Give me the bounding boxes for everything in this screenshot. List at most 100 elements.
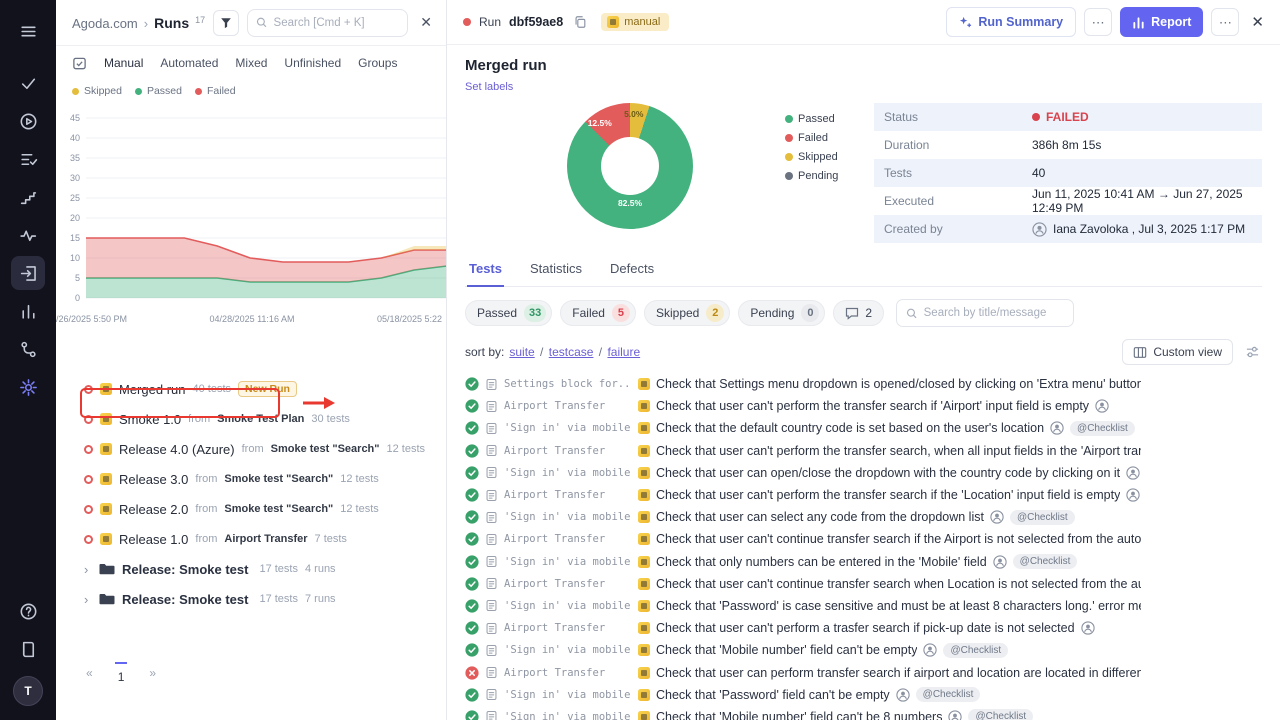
test-row[interactable]: Airport TransferCheck that user can't pe… — [465, 395, 1141, 417]
search-icon — [256, 16, 267, 29]
menu-icon[interactable] — [11, 14, 45, 48]
pagination-page-1[interactable]: 1 — [115, 662, 128, 684]
info-label: Status — [884, 110, 1032, 124]
test-title: Check that user can open/close the dropd… — [656, 466, 1120, 480]
sort-by-testcase[interactable]: testcase — [549, 345, 594, 359]
panel-close-button[interactable]: ✕ — [416, 12, 436, 33]
test-row[interactable]: Settings block for...Check that Settings… — [465, 373, 1141, 395]
runs-search-input[interactable] — [274, 17, 400, 29]
sort-by-suite[interactable]: suite — [509, 345, 534, 359]
filter-button[interactable] — [213, 10, 239, 36]
status-passed-icon — [465, 488, 479, 502]
test-row[interactable]: Airport TransferCheck that user can't co… — [465, 528, 1141, 550]
run-list-item[interactable]: Release 2.0fromSmoke test "Search"12 tes… — [56, 494, 446, 524]
runs-filter-tab-unfinished[interactable]: Unfinished — [284, 56, 341, 70]
gear-icon[interactable] — [11, 370, 45, 404]
run-list-item[interactable]: Release 1.0fromAirport Transfer7 tests — [56, 524, 446, 554]
run-name: Release 4.0 (Azure) — [119, 442, 235, 457]
status-passed-icon — [465, 510, 479, 524]
run-list-item[interactable]: Release 3.0fromSmoke test "Search"12 tes… — [56, 464, 446, 494]
runs-filter-tabs: Manual Automated Mixed Unfinished Groups — [56, 46, 446, 80]
steps-icon[interactable] — [11, 180, 45, 214]
more-actions-button-2[interactable]: ⋯ — [1211, 8, 1239, 36]
tab-statistics[interactable]: Statistics — [528, 257, 584, 286]
flow-icon[interactable] — [11, 332, 45, 366]
user-avatar[interactable]: T — [13, 676, 43, 706]
runs-search[interactable] — [247, 9, 408, 37]
run-list-item[interactable]: Smoke 1.0fromSmoke Test Plan30 tests — [56, 404, 446, 434]
test-row[interactable]: Airport TransferCheck that user can perf… — [465, 661, 1141, 683]
pagination-prev[interactable]: « — [86, 666, 93, 680]
test-title: Check that user can't perform the transf… — [656, 488, 1120, 502]
more-actions-button[interactable]: ⋯ — [1084, 8, 1112, 36]
search-icon — [906, 307, 918, 320]
list-check-icon[interactable] — [11, 142, 45, 176]
comments-filter-chip[interactable]: 2 — [833, 300, 884, 326]
runs-filter-tab-manual[interactable]: Manual — [104, 56, 143, 70]
test-row[interactable]: 'Sign in' via mobileCheck that the defau… — [465, 417, 1141, 439]
filter-chip-pending[interactable]: Pending0 — [738, 300, 825, 326]
filter-chip-passed[interactable]: Passed33 — [465, 300, 552, 326]
legend-item-skipped: Skipped — [785, 151, 838, 163]
checklist-badge: @Checklist — [968, 709, 1033, 720]
suite-name: Airport Transfer — [504, 489, 632, 501]
tests-search[interactable] — [896, 299, 1074, 327]
play-circle-icon[interactable] — [11, 104, 45, 138]
filter-chip-failed[interactable]: Failed5 — [560, 300, 636, 326]
suite-name: 'Sign in' via mobile — [504, 467, 632, 479]
runs-filter-tab-groups[interactable]: Groups — [358, 56, 397, 70]
group-runs-count: 7 runs — [305, 593, 336, 605]
tests-search-input[interactable] — [924, 307, 1064, 319]
help-icon[interactable] — [11, 594, 45, 628]
status-passed-icon — [465, 377, 479, 391]
filter-chips-row: Passed33 Failed5 Skipped2 Pending0 2 — [465, 299, 1262, 327]
run-group-item[interactable]: ›Release: Smoke test17 tests7 runs — [56, 584, 446, 614]
copy-button[interactable] — [571, 13, 589, 31]
display-settings-icon[interactable] — [1245, 345, 1260, 359]
run-list-item[interactable]: Merged run40 testsNew Run — [56, 374, 446, 404]
custom-view-button[interactable]: Custom view — [1122, 339, 1233, 365]
test-row[interactable]: 'Sign in' via mobileCheck that user can … — [465, 506, 1141, 528]
runs-filter-tab-mixed[interactable]: Mixed — [235, 56, 267, 70]
runs-filter-tab-automated[interactable]: Automated — [160, 56, 218, 70]
svg-text:35: 35 — [70, 153, 80, 163]
test-row[interactable]: Airport TransferCheck that user can't co… — [465, 573, 1141, 595]
check-icon[interactable] — [11, 66, 45, 100]
docs-icon[interactable] — [11, 632, 45, 666]
breadcrumb-project[interactable]: Agoda.com — [72, 16, 138, 31]
test-row[interactable]: Airport TransferCheck that user can't pe… — [465, 617, 1141, 639]
set-labels-link[interactable]: Set labels — [465, 81, 513, 93]
filter-chip-skipped[interactable]: Skipped2 — [644, 300, 730, 326]
run-summary-button[interactable]: Run Summary — [946, 7, 1076, 37]
sort-by-failure[interactable]: failure — [607, 345, 640, 359]
chevron-right-icon[interactable]: › — [84, 562, 92, 577]
test-row[interactable]: Airport TransferCheck that user can't pe… — [465, 440, 1141, 462]
test-row[interactable]: 'Sign in' via mobile Check that user can … — [465, 462, 1141, 484]
from-label: from — [242, 443, 264, 455]
close-run-button[interactable]: ✕ — [1251, 13, 1264, 31]
suite-name: 'Sign in' via mobile — [504, 511, 632, 523]
bar-chart-icon[interactable] — [11, 294, 45, 328]
run-group-item[interactable]: ›Release: Smoke test17 tests4 runs — [56, 554, 446, 584]
assignee-avatar-icon — [993, 555, 1007, 569]
pagination-next[interactable]: » — [149, 666, 156, 680]
test-row[interactable]: 'Sign in' via mobileCheck that only numb… — [465, 551, 1141, 573]
views-icon[interactable] — [72, 56, 87, 71]
chevron-right-icon[interactable]: › — [84, 592, 92, 607]
report-button[interactable]: Report — [1120, 7, 1203, 37]
test-row[interactable]: 'Sign in' via mobileCheck that 'Mobile n… — [465, 706, 1141, 720]
test-row[interactable]: Airport Transfer Check that user can't pe… — [465, 484, 1141, 506]
tab-defects[interactable]: Defects — [608, 257, 656, 286]
activity-icon[interactable] — [11, 218, 45, 252]
status-passed-icon — [465, 577, 479, 591]
test-runs-icon[interactable] — [11, 256, 45, 290]
tab-tests[interactable]: Tests — [467, 257, 504, 287]
assignee-avatar-icon — [948, 710, 962, 720]
donut-segment-label-passed: 82.5% — [618, 198, 642, 208]
comment-icon — [845, 307, 859, 320]
test-row[interactable]: 'Sign in' via mobileCheck that 'Password… — [465, 595, 1141, 617]
test-row[interactable]: 'Sign in' via mobileCheck that 'Mobile n… — [465, 639, 1141, 661]
suite-name: 'Sign in' via mobile — [504, 600, 632, 612]
run-list-item[interactable]: Release 4.0 (Azure)fromSmoke test "Searc… — [56, 434, 446, 464]
test-row[interactable]: 'Sign in' via mobileCheck that 'Password… — [465, 684, 1141, 706]
